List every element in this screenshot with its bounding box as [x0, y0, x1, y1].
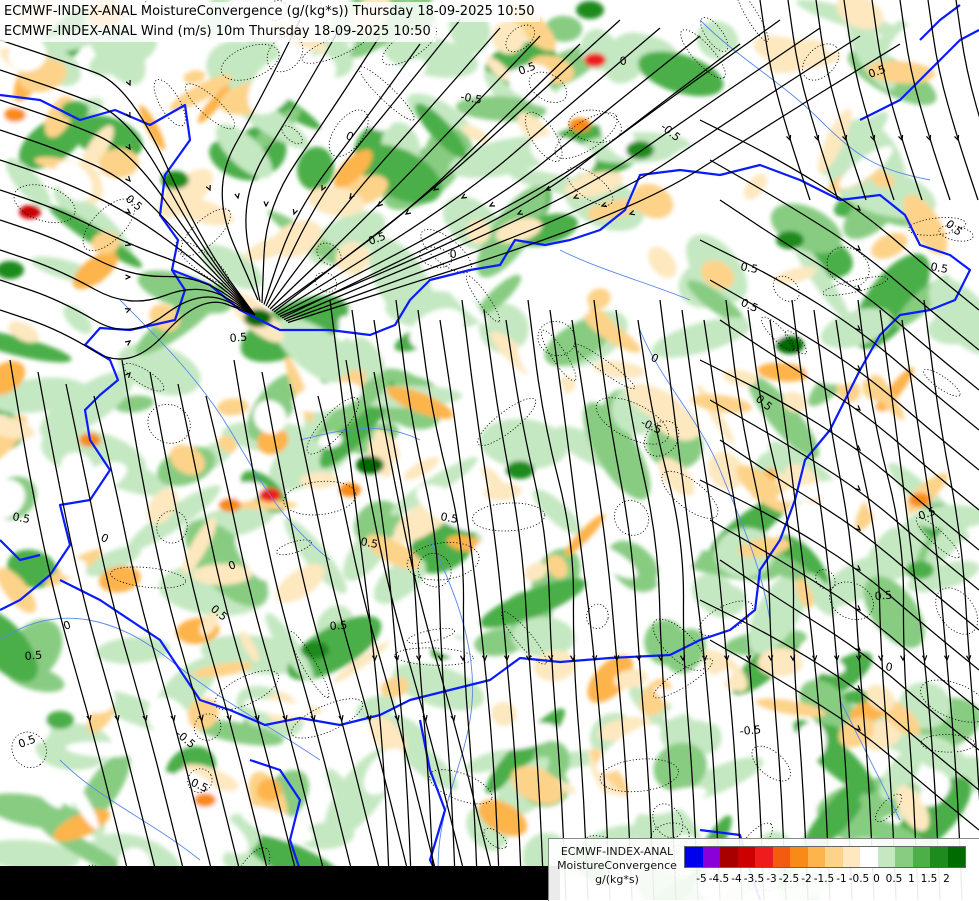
river [429, 539, 473, 900]
contour-label: 0 [99, 531, 111, 546]
wind-streamline [759, 0, 811, 201]
legend-model: ECMWF-INDEX-ANAL [560, 845, 674, 858]
field-patch [587, 288, 611, 310]
field-patch [532, 489, 581, 535]
legend-color-bar [684, 846, 966, 868]
legend-tick: 0.5 [885, 873, 903, 885]
legend-swatch [720, 847, 738, 867]
contour-label: 0 [619, 54, 627, 68]
wind-arrowhead [855, 645, 862, 651]
legend-swatch [737, 847, 755, 867]
legend-tick: 2 [943, 873, 950, 885]
legend-tick: -1 [836, 873, 847, 885]
map-title-wind: ECMWF-INDEX-ANAL Wind (m/s) 10m Thursday… [0, 22, 436, 42]
wind-arrowhead [124, 208, 132, 214]
contour-label: 0 [62, 618, 73, 633]
contour-label: 0 [884, 660, 893, 674]
legend-swatch [912, 847, 930, 867]
legend-swatch [790, 847, 808, 867]
moisture-convergence-field [0, 0, 979, 900]
wind-arrowhead [855, 685, 862, 691]
legend-parameter: MoistureConvergence [557, 859, 677, 872]
legend-tick: -2 [801, 873, 812, 885]
contour-label: 0.5 [874, 589, 893, 603]
wind-arrowhead [855, 485, 862, 491]
contour-label: 0.5 [229, 331, 248, 345]
field-patch [491, 701, 517, 727]
wind-arrowhead [124, 340, 132, 346]
legend-swatch [947, 847, 965, 867]
bottom-black-band [0, 866, 560, 900]
field-patch [690, 394, 752, 414]
legend-tick: 1 [908, 873, 915, 885]
legend-tick: 1.5 [920, 873, 938, 885]
legend-swatch [685, 847, 703, 867]
legend-tick: -5 [696, 873, 707, 885]
contour-label: 0.5 [929, 260, 948, 276]
convergence-spot [626, 141, 654, 159]
field-patch [755, 110, 803, 139]
wind-arrowhead [488, 201, 496, 207]
legend-title: ECMWF-INDEX-ANAL MoistureConvergence g/(… [553, 845, 681, 887]
contour-label: 0 [344, 129, 356, 144]
wind-arrowhead [234, 192, 240, 200]
wind-arrowhead [292, 208, 298, 216]
contour-label: -0.5 [739, 723, 762, 738]
wind-arrowhead [460, 193, 468, 199]
field-patch [593, 360, 645, 379]
contour-label: 0.5 [943, 217, 965, 238]
convergence-spot [576, 1, 604, 19]
legend-swatch [860, 847, 878, 867]
convergence-spot [0, 261, 24, 279]
legend-tick: -0.5 [848, 873, 870, 885]
legend-tick: -4.5 [708, 873, 730, 885]
contour-label: 0.5 [11, 510, 30, 526]
map-canvas: 0.5 0-0.500.50.500.50.5-0.50.50.50.500.50… [0, 0, 979, 900]
legend-tick: -3.5 [743, 873, 765, 885]
legend-tick: 0 [873, 873, 880, 885]
contour-label: 0.5 [329, 619, 348, 633]
wind-arrowhead [855, 245, 862, 251]
convergence-spot [906, 561, 934, 579]
legend-swatch [702, 847, 720, 867]
legend-swatch [825, 847, 843, 867]
legend-tick: -4 [731, 873, 742, 885]
field-patch [647, 246, 677, 279]
map-title-moisture: ECMWF-INDEX-ANAL MoistureConvergence (g/… [0, 2, 540, 22]
divergence-spot [4, 108, 26, 122]
wind-arrowhead [125, 274, 132, 280]
legend-tick: -1.5 [813, 873, 835, 885]
field-patch [216, 398, 249, 416]
legend-swatch [877, 847, 895, 867]
field-patch [63, 305, 92, 334]
legend-swatch [755, 847, 773, 867]
legend-swatch [772, 847, 790, 867]
divergence-spot [194, 793, 216, 807]
legend-tick: -3 [766, 873, 777, 885]
legend-swatch [807, 847, 825, 867]
color-legend: ECMWF-INDEX-ANAL MoistureConvergence g/(… [548, 838, 979, 901]
convergence-spot [356, 456, 384, 474]
contour-label: 0 [449, 247, 457, 261]
legend-swatch [842, 847, 860, 867]
contour-line [923, 368, 961, 397]
field-patch [423, 632, 478, 660]
wind-arrowhead [263, 201, 269, 208]
legend-tick-labels: -5 -4.5 -4 -3.5 -3 -2.5 -2 -1.5 -1 -0.5 0 0.5 1 1.5 2 [684, 873, 976, 887]
legend-unit: g/(kg*s) [595, 873, 639, 886]
divergence-spot [19, 205, 41, 219]
convergence-spot [301, 641, 329, 659]
wind-arrowhead [124, 308, 132, 314]
divergence-spot [584, 53, 606, 67]
legend-swatch [895, 847, 913, 867]
contour-label: 0.5 [24, 649, 43, 663]
legend-swatch [930, 847, 948, 867]
divergence-spot [569, 118, 591, 132]
wind-arrowhead [855, 405, 862, 411]
legend-tick: -2.5 [778, 873, 800, 885]
convergence-spot [46, 711, 74, 729]
divergence-spot [339, 483, 361, 497]
weather-map[interactable]: 0.5 0 -0.5 0 0.5 0.5 0 0.5 0.5 -0.5 0.5 0.5 0.5 0 0.5 0… [0, 0, 979, 900]
wind-arrowhead [855, 285, 862, 291]
